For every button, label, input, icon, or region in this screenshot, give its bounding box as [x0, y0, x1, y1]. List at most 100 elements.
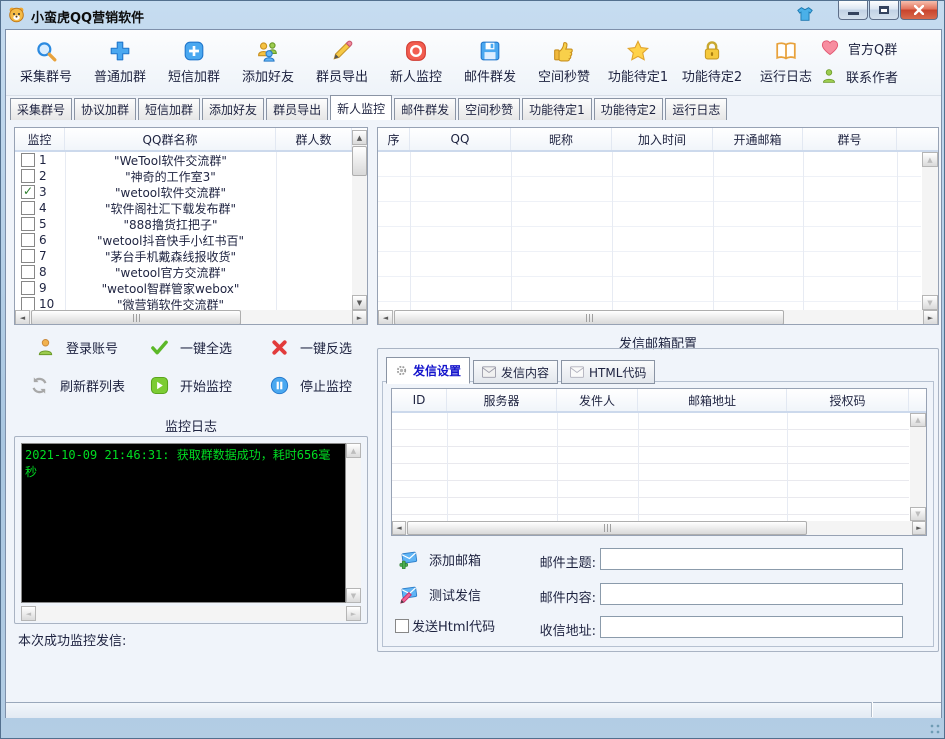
toolbar-run-log-button[interactable]: 运行日志 [749, 32, 823, 93]
resize-grip[interactable] [929, 723, 941, 735]
scroll-down-button[interactable]: ▼ [346, 588, 361, 603]
monitor-checkbox[interactable] [21, 297, 35, 310]
tab-space-like[interactable]: 空间秒赞 [458, 98, 520, 120]
scroll-left-button[interactable]: ◄ [15, 310, 30, 325]
tab-send-content[interactable]: 发信内容 [473, 360, 558, 384]
group-row[interactable]: 4"软件阁社汇下载发布群" [15, 200, 352, 216]
toolbar-newcomer-monitor-button[interactable]: 新人监控 [379, 32, 453, 93]
official-qq-group-link[interactable]: 官方Q群 [821, 34, 931, 62]
scroll-left-button[interactable]: ◄ [392, 521, 406, 535]
toolbar-collect-groups-button[interactable]: 采集群号 [9, 32, 83, 93]
group-row[interactable]: 7"茅台手机戴森线报收货" [15, 248, 352, 264]
tab-feature2[interactable]: 功能待定2 [594, 98, 664, 120]
scroll-right-button[interactable]: ► [912, 521, 926, 535]
monitor-checkbox[interactable] [21, 185, 35, 199]
monitor-log-console[interactable]: 2021-10-09 21:46:31: 获取群数据成功，耗时656毫秒 [21, 443, 346, 603]
scroll-thumb[interactable] [394, 310, 784, 325]
maximize-button[interactable] [869, 1, 899, 20]
minimize-button[interactable] [838, 1, 868, 20]
monitor-checkbox[interactable] [21, 201, 35, 215]
scroll-down-button[interactable]: ▼ [352, 295, 367, 310]
tab-sms-join[interactable]: 短信加群 [138, 98, 200, 120]
group-list-hscrollbar[interactable]: ◄ ► [15, 310, 367, 325]
scroll-down-button[interactable]: ▼ [922, 295, 938, 310]
group-row[interactable]: 5"888撸货扛把子" [15, 216, 352, 232]
toolbar-feature2-button[interactable]: 功能待定2 [675, 32, 749, 93]
mail-table-hscrollbar[interactable]: ◄ ► [392, 521, 926, 535]
send-html-option[interactable]: 发送Html代码 [395, 616, 495, 635]
test-send-button[interactable]: 测试发信 [399, 583, 481, 605]
monitor-log-title: 监控日志 [14, 416, 368, 435]
toolbar-export-members-button[interactable]: 群员导出 [305, 32, 379, 93]
scroll-right-button[interactable]: ► [923, 310, 938, 325]
scroll-left-button[interactable]: ◄ [21, 606, 36, 621]
scroll-thumb[interactable] [31, 310, 241, 325]
group-row[interactable]: 2"神奇的工作室3" [15, 168, 352, 184]
monitor-checkbox[interactable] [21, 281, 35, 295]
tab-feature1[interactable]: 功能待定1 [522, 98, 592, 120]
log-vscrollbar[interactable]: ▲ ▼ [346, 443, 361, 603]
invert-select-button[interactable]: 一键反选 [270, 336, 352, 358]
toolbar-sms-join-button[interactable]: 短信加群 [157, 32, 231, 93]
member-table-hscrollbar[interactable]: ◄ ► [378, 310, 938, 325]
group-row[interactable]: 6"wetool抖音快手小红书百" [15, 232, 352, 248]
tab-export-members[interactable]: 群员导出 [266, 98, 328, 120]
group-row[interactable]: 1"WeTool软件交流群" [15, 152, 352, 168]
group-row[interactable]: 8"wetool官方交流群" [15, 264, 352, 280]
group-row[interactable]: 10"微营销软件交流群" [15, 296, 352, 310]
tab-collect-groups[interactable]: 采集群号 [10, 98, 72, 120]
mail-subject-input[interactable] [600, 548, 903, 570]
member-table-vscrollbar[interactable]: ▲ ▼ [922, 152, 938, 310]
scroll-up-button[interactable]: ▲ [910, 413, 926, 427]
toolbar-space-like-button[interactable]: 空间秒赞 [527, 32, 601, 93]
tab-newcomer-monitor[interactable]: 新人监控 [330, 95, 392, 120]
login-account-button[interactable]: 登录账号 [36, 336, 118, 358]
refresh-group-list-button[interactable]: 刷新群列表 [30, 374, 125, 396]
tab-run-log[interactable]: 运行日志 [665, 98, 727, 120]
group-index: 10 [35, 297, 65, 310]
monitor-checkbox[interactable] [21, 233, 35, 247]
mail-table-vscrollbar[interactable]: ▲ ▼ [910, 413, 926, 521]
tab-send-settings[interactable]: 发信设置 [386, 357, 470, 384]
toolbar-mass-mail-button[interactable]: 邮件群发 [453, 32, 527, 93]
send-html-checkbox[interactable] [395, 619, 409, 633]
toolbar-normal-join-button[interactable]: 普通加群 [83, 32, 157, 93]
recipient-address-input[interactable] [600, 616, 903, 638]
scroll-up-button[interactable]: ▲ [346, 443, 361, 458]
stop-monitor-button[interactable]: 停止监控 [270, 374, 352, 396]
group-list-vscrollbar[interactable]: ▲ ▼ [352, 130, 367, 310]
toolbar-add-friends-button[interactable]: 添加好友 [231, 32, 305, 93]
scroll-up-button[interactable]: ▲ [352, 130, 367, 145]
monitor-checkbox[interactable] [21, 265, 35, 279]
title-bar[interactable]: 小蛮虎QQ营销软件 [1, 1, 944, 29]
tab-mass-mail[interactable]: 邮件群发 [394, 98, 456, 120]
monitor-checkbox[interactable] [21, 169, 35, 183]
contact-author-link[interactable]: 联系作者 [821, 62, 931, 90]
scroll-right-button[interactable]: ► [352, 310, 367, 325]
scroll-up-button[interactable]: ▲ [922, 152, 938, 167]
group-row[interactable]: 3"wetool软件交流群" [15, 184, 352, 200]
close-button[interactable] [900, 1, 938, 20]
add-mailbox-button[interactable]: 添加邮箱 [399, 548, 481, 570]
scroll-thumb[interactable] [407, 521, 807, 535]
tab-html-code[interactable]: HTML代码 [561, 360, 655, 384]
monitor-checkbox[interactable] [21, 153, 35, 167]
refresh-group-list-label: 刷新群列表 [60, 376, 125, 395]
scroll-down-button[interactable]: ▼ [910, 507, 926, 521]
monitor-checkbox[interactable] [21, 217, 35, 231]
status-bar [6, 702, 941, 718]
start-monitor-button[interactable]: 开始监控 [150, 374, 232, 396]
group-row[interactable]: 9"wetool智群管家webox" [15, 280, 352, 296]
log-hscrollbar[interactable]: ◄ ► [21, 606, 361, 621]
tab-protocol-join[interactable]: 协议加群 [74, 98, 136, 120]
skin-icon[interactable] [796, 5, 814, 23]
scroll-right-button[interactable]: ► [346, 606, 361, 621]
select-all-button[interactable]: 一键全选 [150, 336, 232, 358]
scroll-thumb[interactable] [352, 146, 367, 176]
scroll-left-button[interactable]: ◄ [378, 310, 393, 325]
tab-add-friends[interactable]: 添加好友 [202, 98, 264, 120]
monitor-checkbox[interactable] [21, 249, 35, 263]
toolbar-feature1-button[interactable]: 功能待定1 [601, 32, 675, 93]
mail-content-input[interactable] [600, 583, 903, 605]
col-member-count: 群人数 [276, 128, 352, 150]
